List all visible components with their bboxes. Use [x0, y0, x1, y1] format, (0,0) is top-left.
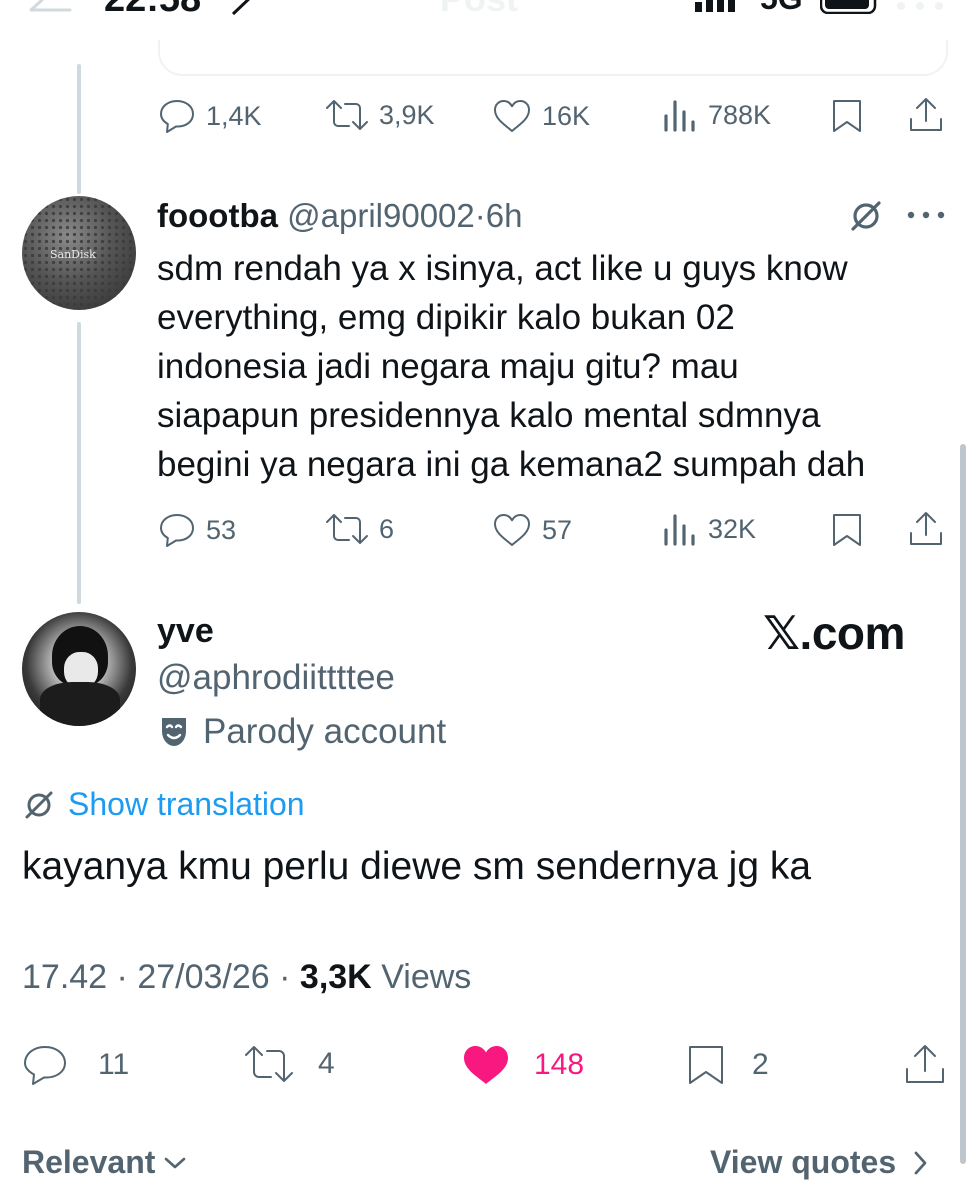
- show-translation-link[interactable]: Show translation: [22, 786, 305, 823]
- battery-icon: [820, 0, 877, 14]
- views-label[interactable]: Views: [381, 958, 471, 996]
- repost-icon: [326, 514, 368, 544]
- repost-count: 3,9K: [379, 99, 435, 130]
- reply-button[interactable]: 11: [22, 1044, 129, 1086]
- signal-icon: [695, 0, 735, 12]
- more-icon[interactable]: [895, 0, 945, 12]
- like-count: 57: [542, 514, 573, 545]
- user-handle[interactable]: @aphrodiittttee: [157, 658, 395, 698]
- parody-mask-icon: [162, 718, 186, 746]
- repost-count: 4: [318, 1047, 335, 1080]
- more-icon[interactable]: [906, 210, 946, 220]
- display-name[interactable]: foootba: [157, 197, 278, 234]
- bookmark-icon: [689, 1046, 723, 1084]
- like-icon: [464, 1046, 508, 1084]
- mute-bell-icon: [231, 0, 250, 16]
- text-line: sdm rendah ya x isinya, act like u guys …: [157, 249, 848, 288]
- reply-button[interactable]: 53: [158, 512, 236, 548]
- view-quotes-label: View quotes: [710, 1144, 897, 1180]
- meta-separator: ·: [116, 958, 128, 996]
- reply-icon: [160, 100, 194, 133]
- screen-title: Post: [440, 0, 518, 20]
- repost-icon: [326, 100, 368, 130]
- thread-line-bottom: [77, 322, 81, 604]
- parody-badge: Parody account: [159, 712, 446, 752]
- views-count: 788K: [708, 99, 772, 130]
- show-translation-label: Show translation: [68, 786, 305, 822]
- sort-label: Relevant: [22, 1144, 156, 1180]
- chevron-down-icon: [165, 1157, 186, 1168]
- text-line: begini ya negara ini ga kemana2 sumpah d…: [157, 445, 866, 484]
- repost-icon: [245, 1046, 293, 1082]
- translate-icon: [25, 791, 53, 818]
- reply-count: 1,4K: [206, 100, 262, 131]
- parody-label: Parody account: [203, 712, 447, 751]
- like-button[interactable]: 16K: [492, 98, 590, 134]
- like-count: 148: [534, 1048, 585, 1081]
- network-label: 5G: [760, 0, 803, 17]
- share-icon[interactable]: [907, 510, 945, 548]
- reply-post-header: foootba @april90002·6h: [157, 194, 522, 238]
- back-arrow-icon[interactable]: [26, 0, 72, 18]
- share-icon[interactable]: [907, 96, 945, 134]
- meta-separator: ·: [279, 958, 291, 996]
- embedded-card[interactable]: [158, 40, 948, 76]
- reply-count: 11: [98, 1048, 130, 1081]
- bookmark-button[interactable]: 2: [686, 1044, 769, 1086]
- like-icon: [494, 514, 530, 546]
- post-date: 27/03/26: [137, 958, 270, 996]
- views-icon: [664, 514, 695, 546]
- like-button[interactable]: 57: [492, 512, 572, 548]
- post-time[interactable]: 6h: [486, 197, 523, 234]
- share-icon[interactable]: [903, 1042, 947, 1086]
- views-count[interactable]: 3,3K: [300, 958, 372, 996]
- x-watermark: 𝕏.com: [763, 607, 905, 659]
- thread-line-top: [77, 64, 81, 194]
- status-time: 22:58: [104, 0, 201, 21]
- bookmark-count: 2: [752, 1048, 769, 1081]
- display-name[interactable]: yve: [157, 612, 214, 651]
- reply-count: 53: [206, 514, 237, 545]
- scrollbar[interactable]: [960, 444, 966, 1164]
- reply-icon: [24, 1046, 66, 1085]
- like-count: 16K: [542, 100, 591, 131]
- views-count: 32K: [708, 513, 757, 544]
- status-bar: 22:58 Post 5G: [0, 0, 971, 21]
- reply-post-text: sdm rendah ya x isinya, act like u guys …: [157, 244, 865, 489]
- views-button[interactable]: 788K: [662, 98, 771, 132]
- text-line: everything, emg dipikir kalo bukan 02: [157, 298, 735, 337]
- like-button[interactable]: 148: [462, 1044, 584, 1086]
- reply-icon: [160, 514, 194, 547]
- post-meta: 17.42 · 27/03/26 · 3,3K Views: [22, 958, 471, 997]
- repost-button[interactable]: 3,9K: [325, 98, 435, 132]
- text-line: indonesia jadi negara maju gitu? mau: [157, 347, 739, 386]
- repost-count: 6: [379, 513, 395, 544]
- post-time: 17.42: [22, 958, 108, 996]
- repost-button[interactable]: 4: [244, 1044, 335, 1084]
- bookmark-icon[interactable]: [830, 512, 864, 548]
- like-icon: [494, 100, 530, 132]
- user-handle[interactable]: @april90002: [287, 197, 475, 234]
- bookmark-icon[interactable]: [830, 98, 864, 134]
- chevron-right-icon: [914, 1151, 927, 1174]
- avatar[interactable]: SanDisk: [22, 196, 136, 310]
- time-separator: ·: [474, 197, 486, 234]
- reply-button[interactable]: 1,4K: [158, 98, 262, 134]
- avatar[interactable]: [22, 612, 136, 726]
- sort-dropdown[interactable]: Relevant: [22, 1144, 187, 1181]
- repost-button[interactable]: 6: [325, 512, 394, 546]
- text-line: siapapun presidennya kalo mental sdmnya: [157, 396, 821, 435]
- view-quotes-link[interactable]: View quotes: [710, 1144, 928, 1181]
- main-post-text: kayanya kmu perlu diewe sm sendernya jg …: [22, 845, 812, 888]
- avatar-logo: SanDisk: [50, 248, 96, 261]
- grok-slash-icon[interactable]: [848, 198, 884, 234]
- views-icon: [664, 100, 695, 132]
- views-button[interactable]: 32K: [662, 512, 756, 546]
